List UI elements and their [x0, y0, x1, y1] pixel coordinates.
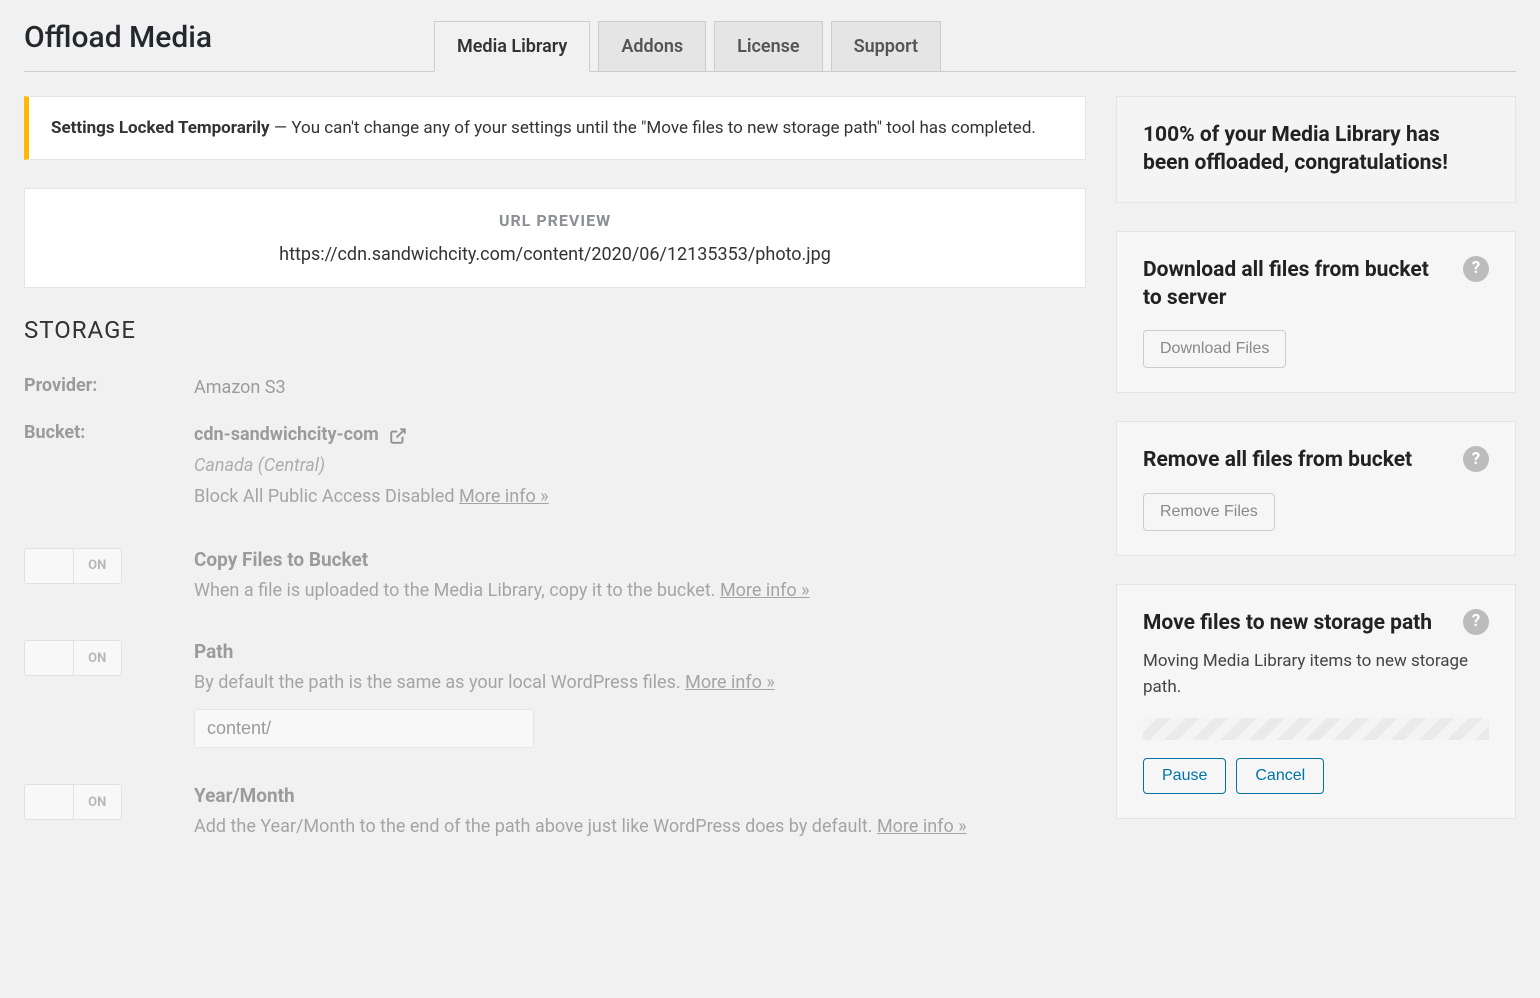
tab-support[interactable]: Support — [831, 21, 941, 71]
external-link-icon[interactable] — [389, 427, 407, 445]
main-column: Settings Locked Temporarily — You can't … — [24, 96, 1086, 847]
bpa-more-link[interactable]: More info » — [459, 486, 549, 507]
storage-settings: Provider: Amazon S3 Bucket: cdn-sandwich… — [24, 374, 1086, 841]
move-progress-bar — [1143, 718, 1489, 740]
tab-media-library[interactable]: Media Library — [434, 21, 590, 72]
bucket-region: Canada (Central) — [194, 452, 1086, 481]
help-icon[interactable]: ? — [1463, 609, 1489, 635]
settings-locked-notice: Settings Locked Temporarily — You can't … — [24, 96, 1086, 160]
copy-files-desc: When a file is uploaded to the Media Lib… — [194, 580, 720, 601]
notice-text: You can't change any of your settings un… — [291, 118, 1036, 138]
bpa-text: Block All Public Access Disabled — [194, 486, 459, 507]
bucket-name: cdn-sandwichcity-com — [194, 421, 407, 450]
move-desc: Moving Media Library items to new storag… — [1143, 649, 1489, 700]
tab-license[interactable]: License — [714, 21, 822, 71]
path-row: ON Path By default the path is the same … — [24, 640, 1086, 748]
url-preview-card: URL PREVIEW https://cdn.sandwichcity.com… — [24, 188, 1086, 288]
path-toggle[interactable]: ON — [24, 640, 122, 676]
year-month-more-link[interactable]: More info » — [877, 816, 967, 837]
download-files-button[interactable]: Download Files — [1143, 330, 1286, 368]
move-card: Move files to new storage path ? Moving … — [1116, 584, 1516, 819]
bucket-value: cdn-sandwichcity-com — [194, 421, 379, 450]
copy-files-more-link[interactable]: More info » — [720, 580, 810, 601]
notice-strong: Settings Locked Temporarily — [51, 118, 270, 138]
help-icon[interactable]: ? — [1463, 446, 1489, 472]
tabs: Media Library Addons License Support — [434, 21, 941, 71]
congrats-text: 100% of your Media Library has been offl… — [1143, 121, 1489, 178]
toggle-on-label: ON — [73, 785, 122, 819]
path-desc: By default the path is the same as your … — [194, 672, 685, 693]
download-card: Download all files from bucket to server… — [1116, 231, 1516, 394]
storage-heading: STORAGE — [24, 316, 1086, 344]
move-title: Move files to new storage path — [1143, 609, 1432, 637]
remove-title: Remove all files from bucket — [1143, 446, 1412, 474]
download-title: Download all files from bucket to server — [1143, 256, 1451, 313]
toggle-on-label: ON — [73, 549, 122, 583]
year-month-title: Year/Month — [194, 784, 1086, 807]
notice-sep: — — [270, 118, 292, 138]
toggle-on-label: ON — [73, 641, 122, 675]
copy-files-title: Copy Files to Bucket — [194, 548, 1086, 571]
url-preview-label: URL PREVIEW — [55, 211, 1055, 230]
side-column: 100% of your Media Library has been offl… — [1116, 96, 1516, 847]
cancel-button[interactable]: Cancel — [1236, 758, 1324, 794]
header-row: Offload Media Media Library Addons Licen… — [24, 20, 1516, 72]
year-month-row: ON Year/Month Add the Year/Month to the … — [24, 784, 1086, 841]
provider-label: Provider: — [24, 374, 194, 403]
remove-files-button[interactable]: Remove Files — [1143, 493, 1275, 531]
pause-button[interactable]: Pause — [1143, 758, 1226, 794]
page-title: Offload Media — [24, 20, 434, 71]
remove-card: Remove all files from bucket ? Remove Fi… — [1116, 421, 1516, 555]
year-month-desc: Add the Year/Month to the end of the pat… — [194, 816, 877, 837]
provider-row: Provider: Amazon S3 — [24, 374, 1086, 403]
path-input[interactable] — [194, 709, 534, 748]
tab-addons[interactable]: Addons — [598, 21, 706, 71]
path-more-link[interactable]: More info » — [685, 672, 775, 693]
copy-files-row: ON Copy Files to Bucket When a file is u… — [24, 548, 1086, 605]
help-icon[interactable]: ? — [1463, 256, 1489, 282]
copy-files-toggle[interactable]: ON — [24, 548, 122, 584]
bucket-row: Bucket: cdn-sandwichcity-com Canada (Cen… — [24, 421, 1086, 511]
year-month-toggle[interactable]: ON — [24, 784, 122, 820]
url-preview-value: https://cdn.sandwichcity.com/content/202… — [55, 244, 1055, 265]
provider-value: Amazon S3 — [194, 374, 1086, 403]
path-title: Path — [194, 640, 1086, 663]
bpa-row: Block All Public Access Disabled More in… — [194, 483, 1086, 512]
congrats-card: 100% of your Media Library has been offl… — [1116, 96, 1516, 203]
bucket-label: Bucket: — [24, 421, 194, 511]
